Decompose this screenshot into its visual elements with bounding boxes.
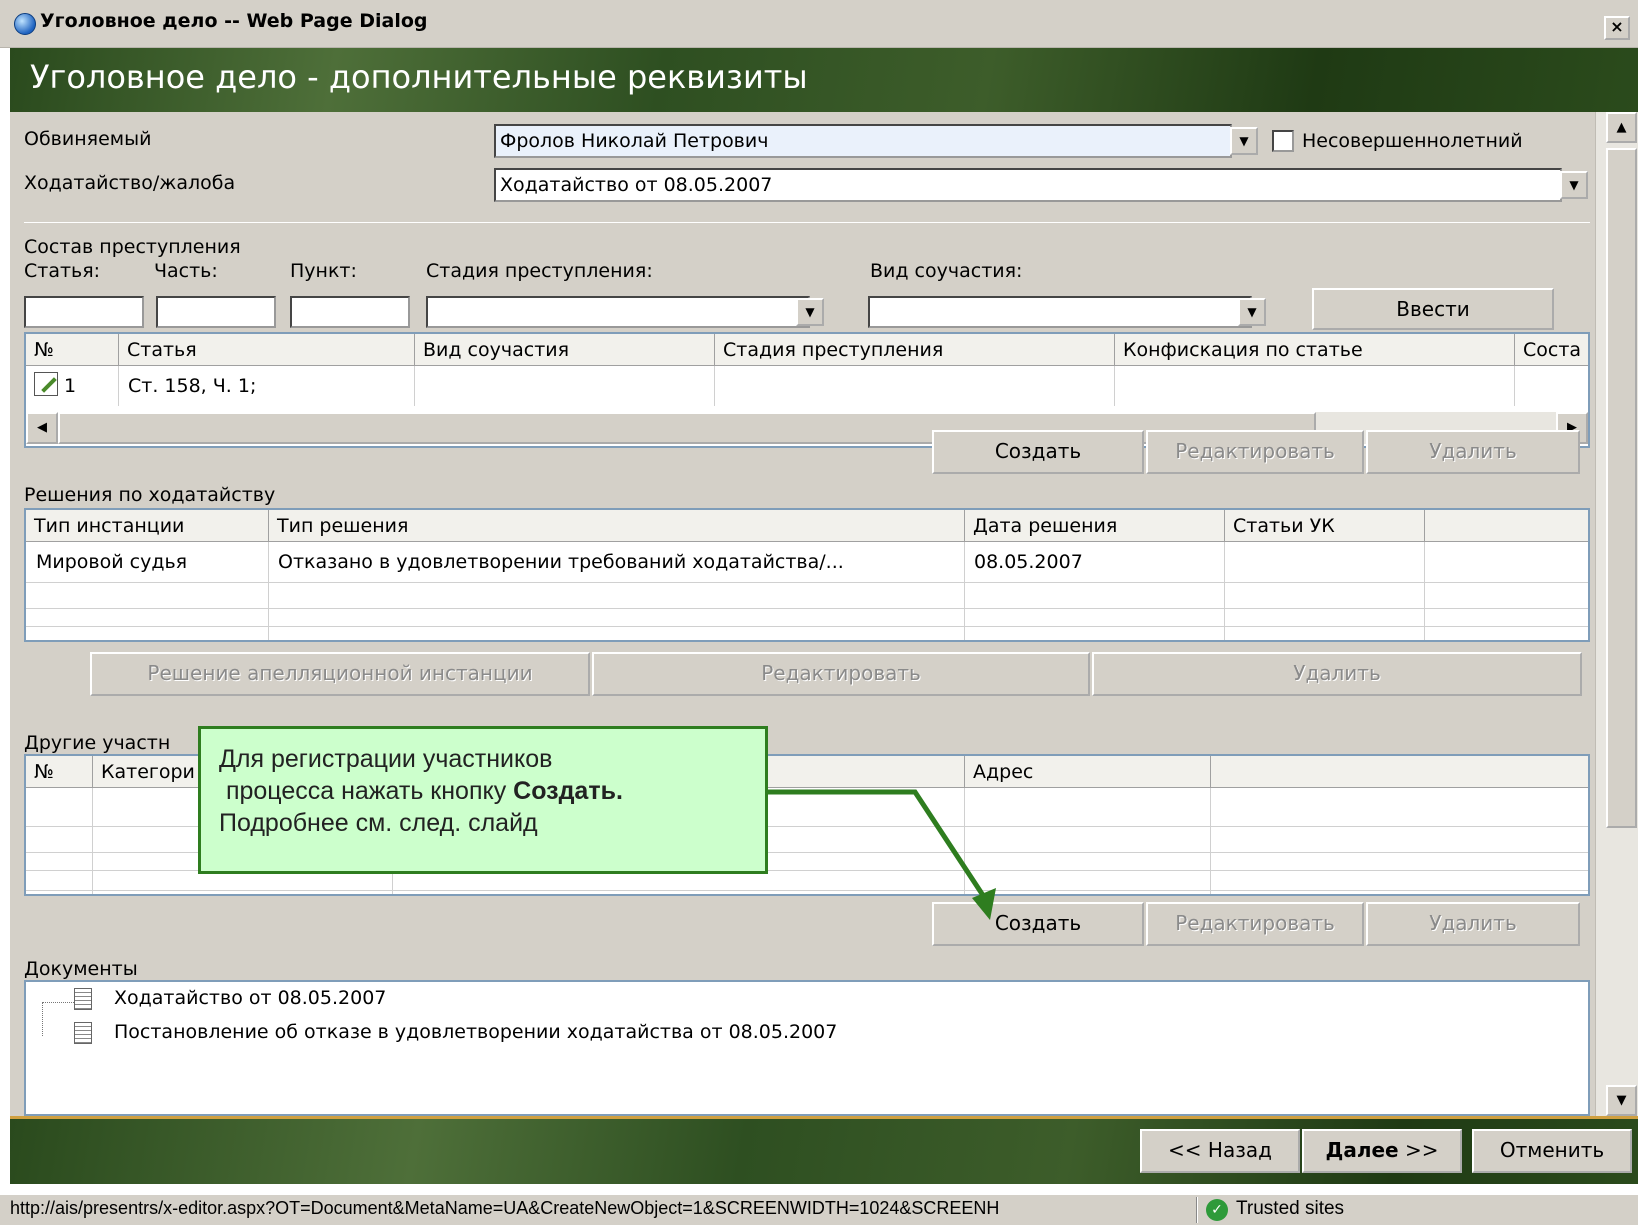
callout-arrow <box>768 789 996 920</box>
